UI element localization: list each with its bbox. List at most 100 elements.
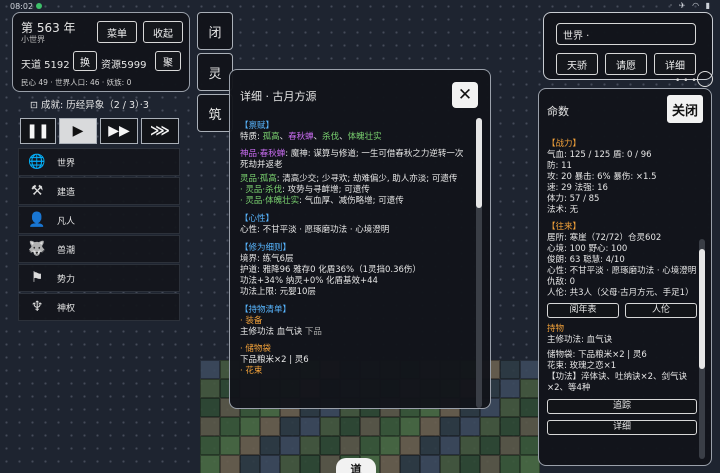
- battle-line: 法术: 无: [547, 205, 579, 215]
- fast-forward-button[interactable]: ▶▶: [100, 118, 138, 144]
- map-tile[interactable]: [500, 436, 520, 455]
- map-tile[interactable]: [280, 455, 300, 473]
- map-tile[interactable]: [200, 360, 220, 379]
- map-tile[interactable]: [200, 398, 220, 417]
- globe-icon: 🌐: [28, 154, 46, 170]
- map-tile[interactable]: [200, 436, 220, 455]
- map-tile[interactable]: [520, 417, 540, 436]
- world-input[interactable]: 世界 ·: [556, 23, 696, 45]
- map-tile[interactable]: [420, 436, 440, 455]
- scroll-thumb[interactable]: [476, 118, 482, 208]
- tab-seclusion[interactable]: 闭: [197, 12, 233, 50]
- side-item-divine[interactable]: ♆ 神权: [18, 293, 180, 321]
- map-tile[interactable]: [400, 436, 420, 455]
- fastest-button[interactable]: ⋙: [141, 118, 179, 144]
- menu-button[interactable]: 菜单: [97, 21, 137, 43]
- more-icon[interactable]: • • •: [675, 76, 697, 86]
- map-tile[interactable]: [240, 417, 260, 436]
- swap-button[interactable]: 换: [73, 51, 97, 71]
- map-tile[interactable]: [300, 436, 320, 455]
- fate-scrollbar[interactable]: [699, 239, 705, 459]
- prodigy-button[interactable]: 天骄: [556, 53, 598, 75]
- map-tile[interactable]: [320, 436, 340, 455]
- side-item-build[interactable]: ⚒ 建造: [18, 177, 180, 205]
- tab-spirit[interactable]: 灵: [197, 53, 233, 91]
- map-tile[interactable]: [200, 417, 220, 436]
- map-tile[interactable]: [360, 436, 380, 455]
- map-tile[interactable]: [440, 455, 460, 473]
- map-tile[interactable]: [260, 417, 280, 436]
- side-item-mortals[interactable]: 👤 凡人: [18, 206, 180, 234]
- target-icon[interactable]: [697, 71, 713, 87]
- map-tile[interactable]: [500, 455, 520, 473]
- relations-button[interactable]: 人伦: [625, 303, 697, 318]
- map-tile[interactable]: [260, 436, 280, 455]
- map-tile[interactable]: [300, 417, 320, 436]
- map-tile[interactable]: [400, 417, 420, 436]
- map-tile[interactable]: [220, 417, 240, 436]
- map-tile[interactable]: [480, 455, 500, 473]
- map-tile[interactable]: [520, 455, 540, 473]
- map-tile[interactable]: [520, 360, 540, 379]
- resource-value: 资源5999: [101, 60, 147, 71]
- side-item-label: 建造: [57, 187, 76, 198]
- map-tile[interactable]: [460, 417, 480, 436]
- map-tile[interactable]: [240, 455, 260, 473]
- close-button[interactable]: 关闭: [667, 95, 703, 123]
- world-info-panel: 第 563 年 小世界 菜单 收起 天道 5192 换 资源5999 聚 民心 …: [12, 12, 190, 92]
- side-item-factions[interactable]: ⚑ 势力: [18, 264, 180, 292]
- map-tile[interactable]: [500, 398, 520, 417]
- map-tile[interactable]: [440, 436, 460, 455]
- map-tile[interactable]: [200, 455, 220, 473]
- map-tile[interactable]: [520, 398, 540, 417]
- petition-button[interactable]: 请愿: [605, 53, 647, 75]
- details-button[interactable]: 详细: [654, 53, 696, 75]
- map-tile[interactable]: [260, 455, 280, 473]
- play-button[interactable]: ▶: [59, 118, 97, 144]
- map-tile[interactable]: [240, 436, 260, 455]
- beast-icon: 🐺: [28, 241, 46, 257]
- detail-scrollbar[interactable]: [476, 118, 482, 408]
- dao-badge[interactable]: 道: [336, 458, 376, 473]
- map-tile[interactable]: [340, 417, 360, 436]
- annals-button[interactable]: 阅年表: [547, 303, 619, 318]
- map-tile[interactable]: [440, 417, 460, 436]
- pause-button[interactable]: ❚❚: [20, 118, 56, 144]
- side-item-world[interactable]: 🌐 世界: [18, 148, 180, 176]
- side-item-beast-tide[interactable]: 🐺 兽潮: [18, 235, 180, 263]
- map-tile[interactable]: [520, 436, 540, 455]
- map-tile[interactable]: [220, 455, 240, 473]
- map-tile[interactable]: [380, 436, 400, 455]
- map-tile[interactable]: [460, 436, 480, 455]
- gather-button[interactable]: 聚: [155, 51, 181, 71]
- map-tile[interactable]: [320, 417, 340, 436]
- map-tile[interactable]: [500, 417, 520, 436]
- map-tile[interactable]: [500, 360, 520, 379]
- map-tile[interactable]: [420, 417, 440, 436]
- map-tile[interactable]: [520, 379, 540, 398]
- map-tile[interactable]: [420, 455, 440, 473]
- section-items: 【持物清单】: [240, 305, 292, 315]
- map-tile[interactable]: [460, 455, 480, 473]
- tab-foundation[interactable]: 筑: [197, 94, 233, 132]
- map-tile[interactable]: [400, 455, 420, 473]
- heart-line: 心性: 不甘平淡 · 愿琢磨功法 · 心境澄明: [240, 225, 390, 235]
- detail-button[interactable]: 详细: [547, 420, 697, 435]
- collapse-button[interactable]: 收起: [143, 21, 183, 43]
- map-tile[interactable]: [380, 417, 400, 436]
- map-tile[interactable]: [480, 417, 500, 436]
- map-tile[interactable]: [200, 379, 220, 398]
- map-tile[interactable]: [300, 455, 320, 473]
- map-tile[interactable]: [360, 417, 380, 436]
- map-tile[interactable]: [480, 436, 500, 455]
- close-button[interactable]: ✕: [452, 82, 478, 108]
- track-button[interactable]: 追踪: [547, 399, 697, 414]
- scroll-thumb[interactable]: [699, 249, 705, 369]
- map-tile[interactable]: [220, 436, 240, 455]
- map-tile[interactable]: [340, 436, 360, 455]
- map-tile[interactable]: [280, 417, 300, 436]
- map-tile[interactable]: [380, 455, 400, 473]
- achievement-row[interactable]: ⊡ 成就: 历经异象（2 / 3）·3: [30, 97, 149, 111]
- map-tile[interactable]: [500, 379, 520, 398]
- map-tile[interactable]: [280, 436, 300, 455]
